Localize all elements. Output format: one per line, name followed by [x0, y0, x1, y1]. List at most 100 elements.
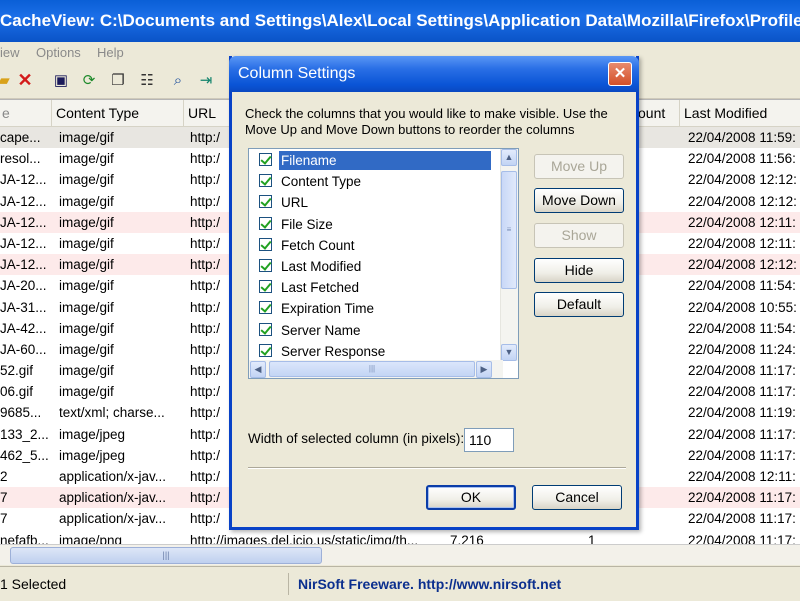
cell-last-modified: 22/04/2008 11:19: [688, 405, 796, 421]
checkbox[interactable] [259, 343, 272, 357]
column-item-label: Server Name [281, 322, 361, 338]
column-width-input[interactable]: 110 [464, 428, 514, 452]
menu-view[interactable]: iew [0, 42, 20, 64]
scroll-right-icon[interactable]: ▶ [476, 361, 492, 378]
scroll-down-icon[interactable]: ▼ [501, 344, 517, 361]
scroll-thumb[interactable]: ||| [10, 547, 322, 564]
cell-filename: JA-12... [0, 257, 47, 273]
column-list-hscroll-thumb[interactable]: ||| [269, 361, 475, 377]
cell-content-type: text/xml; charse... [59, 405, 165, 421]
column-item-label: Last Fetched [281, 280, 360, 296]
column-list[interactable]: Filename Content Type URL File Size Fetch Co… [248, 148, 519, 379]
hide-button[interactable]: Hide [534, 258, 624, 283]
refresh-icon[interactable]: ⟳ [79, 70, 99, 90]
cell-last-modified: 22/04/2008 12:12: [688, 257, 797, 273]
checkbox[interactable] [259, 322, 272, 336]
cell-filename: JA-12... [0, 214, 47, 230]
cell-last-modified: 22/04/2008 12:11: [688, 235, 796, 251]
checkbox[interactable] [259, 195, 272, 209]
cell-content-type: image/png [59, 532, 123, 545]
column-list-scroll-thumb[interactable]: ≡ [501, 171, 517, 289]
cell-last-modified: 22/04/2008 11:24: [688, 341, 796, 357]
dialog-title: Column Settings [238, 65, 356, 82]
column-item-content-type[interactable]: Content Type [251, 171, 497, 192]
cell-filename: JA-42... [0, 320, 47, 336]
column-list-horizontal-scrollbar[interactable]: ◀ ||| ▶ [249, 360, 503, 378]
cell-last-modified: 22/04/2008 11:17: [688, 511, 796, 527]
menu-options[interactable]: Options [36, 42, 81, 64]
checkbox[interactable] [259, 301, 272, 315]
checkbox[interactable] [259, 216, 272, 230]
column-item-label: Server Response [281, 343, 386, 359]
ok-button[interactable]: OK [426, 485, 516, 510]
exit-icon[interactable]: ⇥ [196, 70, 216, 90]
column-item-filename[interactable]: Filename [251, 150, 497, 171]
cell-content-type: image/gif [59, 341, 114, 357]
cell-last-modified: 22/04/2008 12:12: [688, 193, 797, 209]
copy-icon[interactable]: ❐ [108, 70, 128, 90]
column-item-server-response[interactable]: Server Response [251, 341, 497, 362]
cell-content-type: image/gif [59, 257, 114, 273]
status-bar: 1 Selected NirSoft Freeware. http://www.… [0, 566, 800, 601]
move-up-button[interactable]: Move Up [534, 154, 624, 179]
column-item-last-modified[interactable]: Last Modified [251, 256, 497, 277]
column-list-vertical-scrollbar[interactable]: ▲ ≡ ▼ [500, 149, 518, 361]
scroll-up-icon[interactable]: ▲ [501, 149, 517, 166]
column-header-last-modified[interactable]: Last Modified [680, 100, 800, 126]
cell-filename: JA-12... [0, 172, 47, 188]
checkbox[interactable] [259, 153, 272, 166]
close-button[interactable]: ✕ [608, 62, 632, 86]
checkbox[interactable] [259, 174, 272, 188]
column-item-fetch-count[interactable]: Fetch Count [251, 235, 497, 256]
column-item-server-name[interactable]: Server Name [251, 320, 497, 341]
cell-last-modified: 22/04/2008 11:54: [688, 320, 796, 336]
horizontal-scrollbar[interactable]: ||| [0, 544, 800, 565]
checkbox[interactable] [259, 280, 272, 294]
properties-icon[interactable]: ☷ [137, 70, 157, 90]
folder-open-icon[interactable]: ▰ [0, 70, 14, 90]
find-icon[interactable]: ⌕ [168, 70, 188, 90]
column-item-label: Filename [279, 151, 491, 170]
column-item-file-size[interactable]: File Size [251, 214, 497, 235]
column-item-url[interactable]: URL [251, 192, 497, 213]
cell-content-type: image/gif [59, 214, 114, 230]
cell-filename: JA-20... [0, 278, 47, 294]
cell-url: http://images.del.icio.us/static/img/th.… [190, 532, 419, 545]
app-title-bar[interactable]: CacheView: C:\Documents and Settings\Ale… [0, 0, 800, 42]
cell-content-type: image/gif [59, 235, 114, 251]
cell-filename: JA-12... [0, 193, 47, 209]
cell-last-modified: 22/04/2008 11:17: [688, 447, 796, 463]
column-item-last-fetched[interactable]: Last Fetched [251, 277, 497, 298]
column-item-expiration-time[interactable]: Expiration Time [251, 298, 497, 319]
checkbox[interactable] [259, 237, 272, 251]
cell-filename: resol... [0, 151, 41, 167]
cell-last-modified: 22/04/2008 12:12: [688, 172, 797, 188]
column-header-filename[interactable]: e [0, 100, 52, 126]
default-button[interactable]: Default [534, 292, 624, 317]
column-width-label: Width of selected column (in pixels): [248, 431, 465, 446]
cell-content-type: image/gif [59, 151, 114, 167]
delete-icon[interactable]: ✕ [15, 70, 35, 90]
cell-fetch-count: 1 [588, 532, 596, 545]
save-icon[interactable]: ▣ [51, 70, 71, 90]
column-settings-dialog: Column Settings ✕ Check the columns that… [229, 56, 639, 530]
cell-content-type: application/x-jav... [59, 469, 167, 484]
move-down-button[interactable]: Move Down [534, 188, 624, 213]
cell-last-modified: 22/04/2008 12:11: [688, 214, 796, 230]
cell-filename: 9685... [0, 405, 42, 421]
table-row[interactable]: nefafb... image/png http://images.del.icio… [0, 530, 800, 545]
cancel-button[interactable]: Cancel [532, 485, 622, 510]
dialog-title-bar[interactable]: Column Settings ✕ [229, 56, 639, 92]
column-item-label: Last Modified [281, 259, 362, 274]
cell-filename: JA-12... [0, 235, 47, 251]
cell-content-type: image/gif [59, 172, 114, 188]
menu-help[interactable]: Help [97, 42, 124, 64]
cell-last-modified: 22/04/2008 11:54: [688, 278, 796, 294]
status-credit[interactable]: NirSoft Freeware. http://www.nirsoft.net [298, 573, 561, 595]
column-header-content-type[interactable]: Content Type [52, 100, 184, 126]
checkbox[interactable] [259, 259, 272, 272]
show-button[interactable]: Show [534, 223, 624, 248]
cell-filename: nefafb... [0, 532, 49, 545]
cell-content-type: image/gif [59, 363, 114, 379]
scroll-left-icon[interactable]: ◀ [250, 361, 266, 378]
